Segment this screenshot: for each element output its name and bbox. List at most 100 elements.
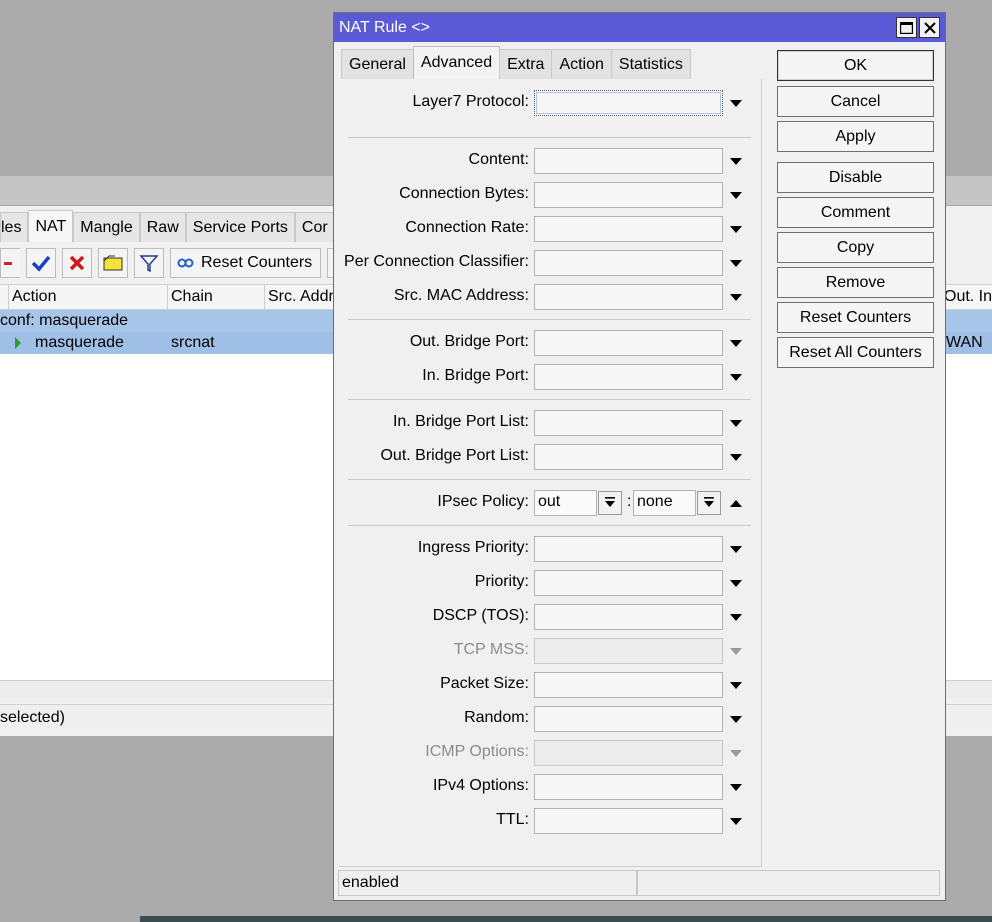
- filter-button[interactable]: [134, 248, 164, 278]
- connection-bytes-dropdown-icon[interactable]: [729, 190, 743, 200]
- out-bridge-port-label: Out. Bridge Port:: [409, 333, 529, 350]
- apply-button[interactable]: Apply: [777, 121, 934, 152]
- down-arrow-bar-icon: [704, 497, 714, 507]
- x-icon: [69, 255, 85, 271]
- ok-button[interactable]: OK: [777, 50, 934, 81]
- layer7-protocol-row: Layer7 Protocol:: [339, 90, 762, 116]
- connection-rate-dropdown-icon[interactable]: [729, 224, 743, 234]
- close-button[interactable]: [919, 17, 940, 38]
- random-field[interactable]: [534, 706, 723, 732]
- layer7-protocol-field[interactable]: [534, 90, 723, 116]
- ipv4-options-field[interactable]: [534, 774, 723, 800]
- comment-button[interactable]: Comment: [777, 197, 934, 228]
- disable-button[interactable]: [62, 248, 92, 278]
- ttl-dropdown-icon[interactable]: [729, 816, 743, 826]
- tab-mangle[interactable]: Mangle: [73, 212, 140, 242]
- content-field[interactable]: [534, 148, 723, 174]
- icmp-options-label: ICMP Options:: [425, 743, 529, 760]
- tab-service-ports[interactable]: Service Ports: [185, 212, 295, 242]
- ipv4-options-dropdown-icon[interactable]: [729, 782, 743, 792]
- cancel-button[interactable]: Cancel: [777, 86, 934, 117]
- group-label: conf: masquerade: [0, 312, 129, 329]
- remove-button[interactable]: Remove: [777, 267, 934, 298]
- src-mac-address-dropdown-icon[interactable]: [729, 292, 743, 302]
- tcp-mss-dropdown-icon: [729, 646, 743, 656]
- random-row: Random:: [339, 706, 762, 732]
- ingress-priority-field[interactable]: [534, 536, 723, 562]
- connection-rate-field[interactable]: [534, 216, 723, 242]
- dialog-titlebar[interactable]: NAT Rule <>: [334, 13, 945, 42]
- disable-button[interactable]: Disable: [777, 162, 934, 193]
- in-bridge-port-list-label: In. Bridge Port List:: [392, 413, 529, 430]
- ipv4-options-label: IPv4 Options:: [432, 777, 529, 794]
- src-mac-address-field[interactable]: [534, 284, 723, 310]
- ipsec-direction-select-button[interactable]: [598, 491, 622, 515]
- dscp-label: DSCP (TOS):: [432, 607, 529, 624]
- ipsec-separator: :: [627, 493, 632, 510]
- per-connection-classifier-dropdown-icon[interactable]: [729, 258, 743, 268]
- out-bridge-port-dropdown-icon[interactable]: [729, 338, 743, 348]
- random-dropdown-icon[interactable]: [729, 714, 743, 724]
- per-connection-classifier-field[interactable]: [534, 250, 723, 276]
- col-flags[interactable]: [0, 285, 9, 309]
- src-mac-address-row: Src. MAC Address:: [339, 284, 762, 310]
- maximize-button[interactable]: [896, 17, 917, 38]
- reset-icon: [177, 258, 194, 268]
- tcp-mss-label: TCP MSS:: [453, 641, 529, 658]
- row-chain: srcnat: [171, 334, 215, 351]
- tab-general[interactable]: General: [341, 49, 414, 79]
- dscp-dropdown-icon[interactable]: [729, 612, 743, 622]
- in-bridge-port-list-dropdown-icon[interactable]: [729, 418, 743, 428]
- ipsec-direction-field[interactable]: out: [534, 490, 597, 516]
- close-icon: [923, 21, 936, 34]
- col-action[interactable]: Action: [9, 285, 168, 309]
- in-bridge-port-list-field[interactable]: [534, 410, 723, 436]
- priority-dropdown-icon[interactable]: [729, 578, 743, 588]
- reset-counters-button[interactable]: Reset Counters: [170, 248, 322, 278]
- ingress-priority-dropdown-icon[interactable]: [729, 544, 743, 554]
- out-bridge-port-list-field[interactable]: [534, 444, 723, 470]
- content-dropdown-icon[interactable]: [729, 156, 743, 166]
- tab-extra[interactable]: Extra: [499, 49, 553, 79]
- remove-rule-button[interactable]: [0, 248, 20, 278]
- in-bridge-port-dropdown-icon[interactable]: [729, 372, 743, 382]
- minus-icon: [4, 262, 12, 265]
- reset-all-counters-button[interactable]: Reset All Counters: [777, 337, 934, 368]
- layer7-protocol-dropdown-icon[interactable]: [729, 98, 743, 108]
- ipsec-policy-field[interactable]: none: [633, 490, 696, 516]
- col-label: Action: [12, 288, 57, 305]
- icmp-options-row: ICMP Options:: [339, 740, 762, 766]
- firewall-toolbar: Reset Counters: [0, 246, 348, 280]
- comment-button[interactable]: [98, 248, 128, 278]
- tab-nat[interactable]: NAT: [28, 210, 74, 242]
- priority-field[interactable]: [534, 570, 723, 596]
- col-chain[interactable]: Chain: [168, 285, 265, 309]
- tab-advanced[interactable]: Advanced: [412, 46, 501, 79]
- src-mac-address-label: Src. MAC Address:: [393, 287, 529, 304]
- col-out-interface[interactable]: Out. In: [940, 285, 992, 309]
- tab-statistics[interactable]: Statistics: [610, 49, 691, 79]
- tab-raw[interactable]: Raw: [139, 212, 186, 242]
- copy-button[interactable]: Copy: [777, 232, 934, 263]
- out-bridge-port-field[interactable]: [534, 330, 723, 356]
- ipsec-policy-select-button[interactable]: [697, 491, 721, 515]
- packet-size-dropdown-icon[interactable]: [729, 680, 743, 690]
- packet-size-field[interactable]: [534, 672, 723, 698]
- tab-filter-rules[interactable]: les: [0, 212, 29, 242]
- dscp-field[interactable]: [534, 604, 723, 630]
- content-label: Content:: [468, 151, 529, 168]
- connection-rate-row: Connection Rate:: [339, 216, 762, 242]
- connection-bytes-field[interactable]: [534, 182, 723, 208]
- reset-counters-button[interactable]: Reset Counters: [777, 302, 934, 333]
- ipsec-policy-collapse-icon[interactable]: [729, 498, 743, 508]
- ttl-field[interactable]: [534, 808, 723, 834]
- tab-connections[interactable]: Cor: [294, 212, 335, 242]
- dialog-title: NAT Rule <>: [339, 18, 431, 36]
- tab-action[interactable]: Action: [551, 49, 612, 79]
- tab-label: NAT: [35, 217, 67, 235]
- in-bridge-port-field[interactable]: [534, 364, 723, 390]
- enable-button[interactable]: [26, 248, 56, 278]
- out-bridge-port-list-dropdown-icon[interactable]: [729, 452, 743, 462]
- random-label: Random:: [464, 709, 529, 726]
- content-row: Content:: [339, 148, 762, 174]
